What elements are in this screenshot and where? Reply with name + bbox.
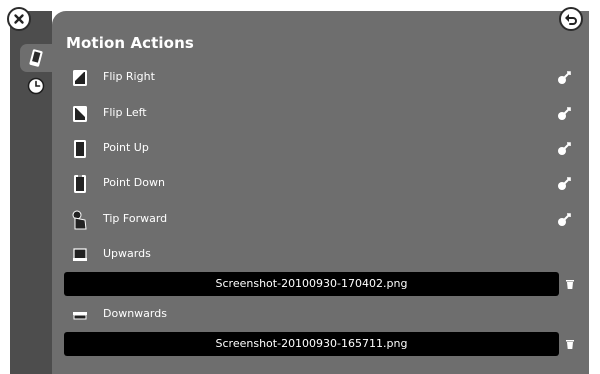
action-label: Tip Forward: [103, 212, 168, 225]
trash-icon[interactable]: [564, 278, 576, 290]
wand-icon[interactable]: [556, 70, 572, 86]
action-row-point-up[interactable]: Point Up: [52, 134, 589, 164]
clock-icon: [27, 77, 45, 95]
action-label: Upwards: [103, 247, 151, 260]
point-down-icon: [70, 174, 90, 194]
action-row-downwards[interactable]: Downwards: [52, 300, 589, 330]
action-label: Flip Right: [103, 70, 155, 83]
tab-motion-actions[interactable]: [20, 44, 52, 72]
tab-history[interactable]: [22, 74, 50, 98]
close-icon: [14, 14, 24, 24]
action-row-point-down[interactable]: Point Down: [52, 169, 589, 199]
point-up-icon: [70, 139, 90, 159]
back-arrow-icon: [565, 14, 577, 25]
action-label: Flip Left: [103, 106, 147, 119]
action-row-upwards[interactable]: Upwards: [52, 240, 589, 270]
wand-icon[interactable]: [556, 212, 572, 228]
action-label: Point Up: [103, 141, 149, 154]
tip-forward-icon: [70, 210, 90, 230]
wand-icon[interactable]: [556, 176, 572, 192]
assigned-file[interactable]: Screenshot-20100930-170402.png: [64, 272, 559, 296]
flip-right-icon: [70, 68, 90, 88]
face-down-icon: [70, 305, 90, 325]
action-label: Point Down: [103, 176, 165, 189]
flip-left-icon: [70, 104, 90, 124]
assigned-file[interactable]: Screenshot-20100930-165711.png: [64, 332, 559, 356]
wand-icon[interactable]: [556, 141, 572, 157]
wand-icon[interactable]: [556, 106, 572, 122]
close-button[interactable]: [7, 7, 31, 31]
action-row-flip-right[interactable]: Flip Right: [52, 63, 589, 93]
phone-tilt-icon: [29, 49, 43, 67]
page-title: Motion Actions: [66, 34, 194, 52]
action-row-tip-forward[interactable]: Tip Forward: [52, 205, 589, 235]
trash-icon[interactable]: [564, 338, 576, 350]
action-label: Downwards: [103, 307, 167, 320]
face-up-icon: [70, 245, 90, 265]
back-button[interactable]: [559, 7, 583, 31]
motion-actions-app: Motion Actions Flip Right Flip Left Poin…: [0, 0, 600, 374]
action-row-flip-left[interactable]: Flip Left: [52, 99, 589, 129]
